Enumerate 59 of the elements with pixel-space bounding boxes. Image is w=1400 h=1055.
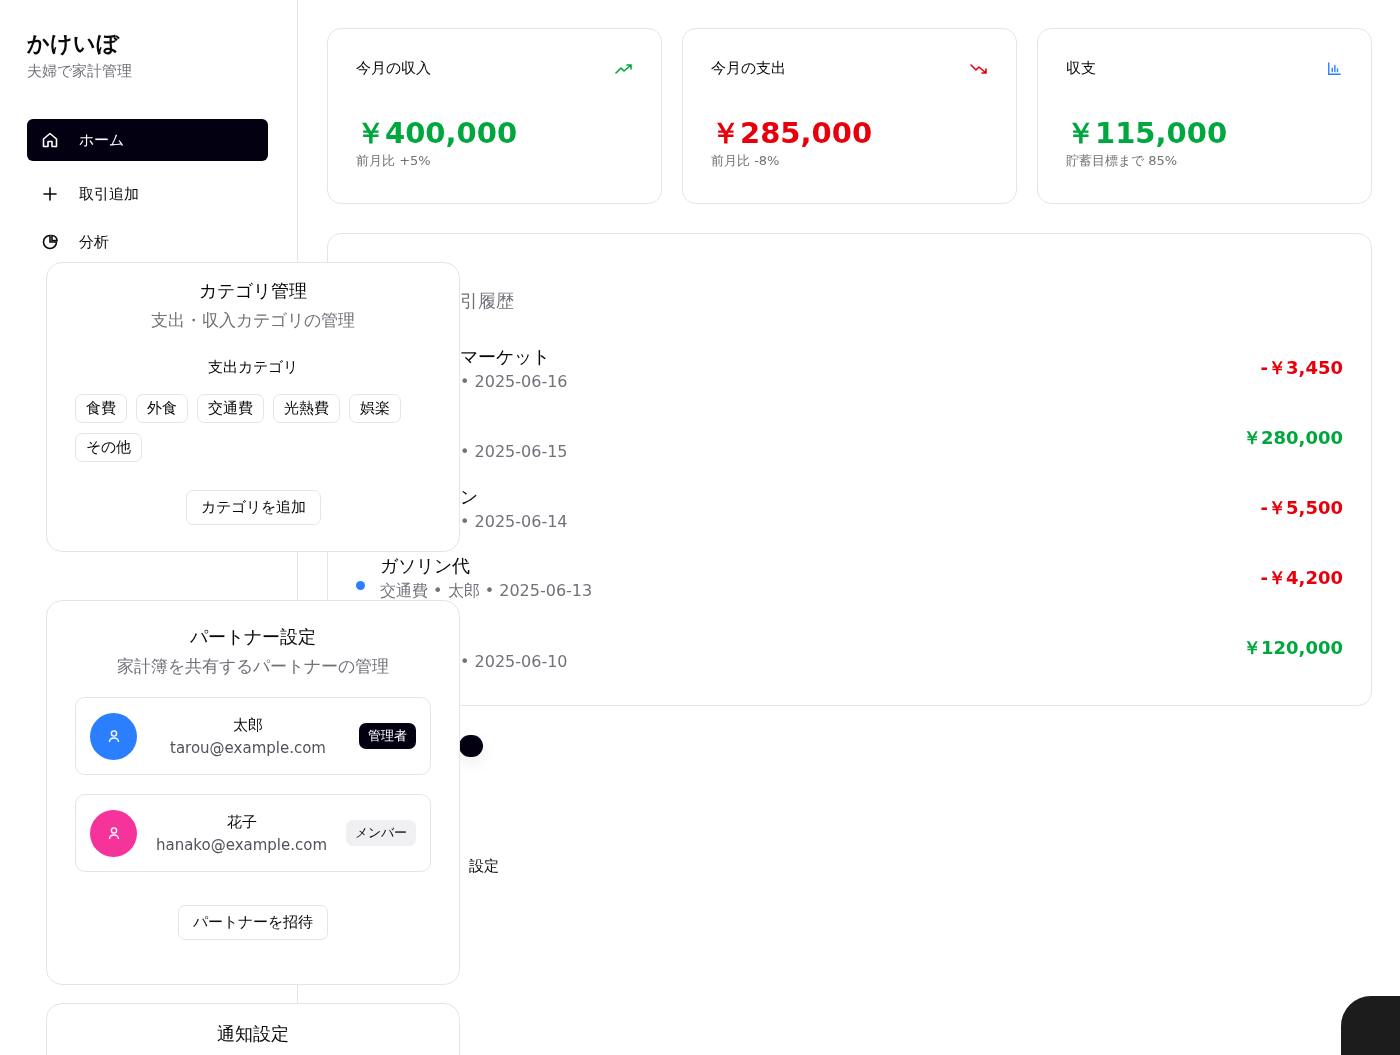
stat-title: 今月の支出 (711, 59, 786, 78)
invite-partner-button[interactable]: パートナーを招待 (178, 905, 328, 940)
category-chip[interactable]: 食費 (75, 394, 127, 423)
app-logo: かけいぼ (27, 30, 121, 58)
trend-up-icon (615, 61, 633, 76)
stat-value: ￥285,000 (711, 116, 874, 150)
nav-item[interactable]: 取引追加 (27, 179, 268, 209)
add-category-button[interactable]: カテゴリを追加 (185, 490, 321, 525)
stat-title: 今月の収入 (356, 59, 431, 78)
person-icon (106, 729, 121, 743)
nav-item[interactable]: 分析 (27, 227, 268, 257)
home-icon (41, 131, 59, 149)
transaction-amount: ￥120,000 (1243, 636, 1343, 660)
transaction-meta: • 2025-06-10 (460, 652, 568, 671)
stat-note: 前月比 -8% (711, 152, 781, 170)
transaction-amount: -￥4,200 (1260, 566, 1343, 590)
dark-panel (1341, 996, 1400, 1055)
transaction-amount: ￥280,000 (1243, 426, 1343, 450)
section-heading: 支出カテゴリ (207, 358, 299, 377)
transaction-amount: -￥3,450 (1260, 356, 1343, 380)
plus-icon (41, 185, 59, 203)
app-tagline: 夫婦で家計管理 (27, 62, 133, 81)
panel-subtitle: 家計簿を共有するパートナーの管理 (116, 655, 390, 678)
transaction-meta: • 2025-06-16 (460, 372, 568, 391)
panel-subtitle: 支出・収入カテゴリの管理 (150, 309, 356, 332)
transaction-name: ガソリン代 (380, 555, 470, 576)
transaction-name: ン (460, 486, 478, 507)
category-chip[interactable]: 娯楽 (349, 394, 401, 423)
category-chip[interactable]: 交通費 (197, 394, 264, 423)
settings-label: 設定 (469, 857, 500, 876)
category-chip[interactable]: 光熱費 (273, 394, 340, 423)
pill-button[interactable] (459, 735, 483, 757)
transaction-meta: 交通費 • 太郎 • 2025-06-13 (380, 581, 593, 602)
transaction-name: マーケット (460, 346, 550, 367)
transaction-meta: • 2025-06-14 (460, 512, 568, 531)
trend-down-icon (970, 61, 988, 76)
panel-title: 通知設定 (216, 1022, 290, 1046)
bar-chart-icon (1325, 61, 1343, 76)
section-title: 引履歴 (459, 289, 515, 313)
stat-value: ￥400,000 (356, 116, 519, 150)
member-email: hanako@example.com (155, 835, 328, 854)
person-icon (106, 826, 121, 840)
transaction-amount: -￥5,500 (1260, 496, 1343, 520)
stat-value: ￥115,000 (1066, 116, 1229, 150)
stat-note: 貯蓄目標まで 85% (1066, 152, 1179, 170)
stat-title: 収支 (1066, 59, 1096, 78)
pie-chart-icon (41, 233, 59, 251)
member-email: tarou@example.com (170, 738, 326, 757)
panel-title: パートナー設定 (189, 625, 317, 649)
panel-title: カテゴリ管理 (198, 279, 308, 303)
member-name: 花子 (226, 812, 257, 832)
transaction-meta: • 2025-06-15 (460, 442, 568, 461)
category-chip[interactable]: 外食 (136, 394, 188, 423)
stat-note: 前月比 +5% (356, 152, 432, 170)
role-badge: メンバー (346, 820, 416, 846)
role-badge: 管理者 (359, 723, 416, 749)
member-name: 太郎 (233, 715, 263, 735)
category-chip[interactable]: その他 (75, 433, 142, 462)
nav-item[interactable]: ホーム (27, 119, 268, 161)
